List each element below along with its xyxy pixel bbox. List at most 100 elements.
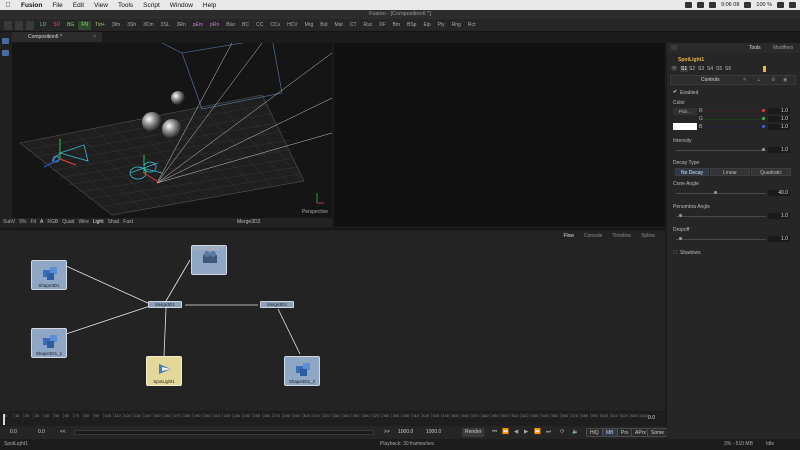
search-icon[interactable]	[777, 2, 784, 8]
node-merge3d1[interactable]: Merge3D1	[148, 301, 182, 308]
version-tab-s6[interactable]: S6	[725, 66, 731, 72]
render-range-slider[interactable]	[74, 430, 374, 435]
tool-button[interactable]: Txt+	[92, 21, 108, 30]
controls-header[interactable]: Controls ↖ ⟂ ⚙ ◉	[670, 75, 796, 85]
time-ruler[interactable]: 0 10 20 30 40 50 60 70 80 90 100 110 120 130 140 150 160…	[0, 412, 665, 426]
tool-button[interactable]: Bm	[390, 21, 404, 30]
material-icon[interactable]: ◉	[783, 77, 787, 83]
dropoff-value[interactable]: 1.0	[768, 236, 790, 242]
tool-button[interactable]: XF	[376, 21, 388, 30]
tool-button[interactable]: Rsz	[361, 21, 376, 30]
shadow-button[interactable]: Shad	[108, 218, 120, 227]
status-icon[interactable]	[709, 2, 717, 8]
battery-status[interactable]: 100 %	[756, 2, 772, 8]
tool-button[interactable]: Ply	[435, 21, 448, 30]
shadows-checkbox[interactable]: ☐	[673, 250, 677, 256]
wifi-icon[interactable]	[744, 2, 752, 8]
cone-angle-slider[interactable]	[676, 193, 766, 194]
penumbra-angle-knob[interactable]	[679, 214, 682, 217]
clock[interactable]: 9:06 08	[721, 2, 739, 8]
cone-angle-value[interactable]: 40.0	[768, 190, 790, 196]
tool-button[interactable]: Mrg	[302, 21, 317, 30]
dropoff-slider[interactable]	[676, 239, 766, 240]
channel-b-slider[interactable]	[706, 127, 764, 128]
tool-color-swatch[interactable]	[763, 66, 766, 72]
tool-button[interactable]: 3Rn	[174, 21, 189, 30]
quad-button[interactable]: Quad	[62, 218, 74, 227]
decay-quadratic-button[interactable]: Quadratic	[751, 168, 791, 176]
menu-script[interactable]: Script	[138, 2, 165, 9]
version-tab-s2[interactable]: S2	[689, 66, 695, 72]
channel-b-knob[interactable]	[762, 125, 765, 128]
inspector-tool-name[interactable]: SpotLight1	[678, 57, 704, 63]
node-shape3d1-1[interactable]: Shape3D1_1	[31, 328, 67, 358]
tool-button[interactable]: pEm	[190, 21, 206, 30]
scroll-right-button[interactable]: >>	[384, 429, 390, 435]
channel-r-slider[interactable]	[706, 111, 764, 112]
play-icon[interactable]: ▶	[524, 429, 528, 435]
tab-modifiers[interactable]: Modifiers	[773, 45, 793, 51]
menu-fusion[interactable]: Fusion	[16, 2, 47, 9]
channel-r-value[interactable]: 1.0	[768, 108, 790, 114]
current-time[interactable]: 0.0	[10, 429, 17, 435]
render-button[interactable]: Render	[462, 428, 485, 437]
version-tab-s1[interactable]: S1	[680, 66, 689, 72]
fast-button[interactable]: Fast	[123, 218, 133, 227]
tool-button[interactable]: 3SL	[158, 21, 173, 30]
flow-panel[interactable]: Flow Console Timeline Spline Shape3D1 Sh…	[0, 229, 665, 411]
tool-button[interactable]: BG	[64, 21, 77, 30]
panel-toggle-icon[interactable]	[2, 38, 9, 44]
play-reverse-icon[interactable]: ◀	[514, 429, 518, 435]
toolbar-grip-icon[interactable]	[15, 20, 23, 30]
penumbra-angle-value[interactable]: 1.0	[768, 213, 790, 219]
light-button[interactable]: Light	[93, 218, 104, 227]
tool-button[interactable]: HCV	[284, 21, 301, 30]
channel-g-value[interactable]: 1.0	[768, 116, 790, 122]
fit-button[interactable]: Fit	[30, 218, 36, 227]
node-merge3d2[interactable]: Merge3D2	[260, 301, 294, 308]
tool-button[interactable]: CC	[253, 21, 266, 30]
step-back-icon[interactable]: ⏪	[502, 429, 509, 435]
gear-icon[interactable]: ⚙	[771, 77, 775, 83]
right-viewer[interactable]	[334, 43, 665, 226]
menu-tools[interactable]: Tools	[113, 2, 138, 9]
tool-button[interactable]: 3Sh	[124, 21, 139, 30]
toolbar-grip-icon[interactable]	[4, 20, 12, 30]
render-end-time[interactable]: 1000.0	[398, 429, 413, 435]
tool-button[interactable]: FN	[78, 20, 91, 30]
menu-file[interactable]: File	[47, 2, 67, 9]
tool-button[interactable]: Elp	[420, 21, 433, 30]
audio-icon[interactable]: 🔈	[572, 429, 579, 435]
dropoff-knob[interactable]	[679, 237, 682, 240]
step-forward-icon[interactable]: ⏩	[534, 429, 541, 435]
some-toggle[interactable]: Some	[647, 428, 669, 437]
loop-icon[interactable]: ⟳	[560, 429, 565, 435]
zoom-level[interactable]: 9%	[19, 218, 26, 227]
toolbar-grip-icon[interactable]	[26, 20, 34, 30]
menu-help[interactable]: Help	[198, 2, 221, 9]
channel-r-knob[interactable]	[762, 109, 765, 112]
intensity-slider[interactable]	[676, 150, 766, 151]
color-pick-button[interactable]: Pick...	[673, 108, 697, 115]
node-shape3d1-2[interactable]: Shape3D1_2	[284, 356, 320, 386]
panel-toggle-icon[interactable]	[2, 50, 9, 56]
color-swatch[interactable]	[673, 123, 697, 130]
close-icon[interactable]: ×	[93, 32, 96, 42]
tool-button[interactable]: BSp	[404, 21, 419, 30]
menu-window[interactable]: Window	[165, 2, 198, 9]
subview-button[interactable]: SubV	[3, 218, 15, 227]
tool-button[interactable]: Rng	[449, 21, 464, 30]
hiq-toggle[interactable]: HiQ	[586, 428, 603, 437]
tool-button[interactable]: Blur	[223, 21, 238, 30]
channel-g-knob[interactable]	[762, 117, 765, 120]
version-tab-s4[interactable]: S4	[707, 66, 713, 72]
node-camera3d1[interactable]: Camera3D1	[191, 245, 227, 275]
cone-angle-knob[interactable]	[714, 191, 717, 194]
decay-linear-button[interactable]: Linear	[710, 168, 750, 176]
scroll-left-button[interactable]: <<	[60, 429, 66, 435]
tool-button[interactable]: BC	[239, 21, 252, 30]
version-tab-s5[interactable]: S5	[716, 66, 722, 72]
tool-button[interactable]: CT	[347, 21, 360, 30]
tool-button[interactable]: Mat	[331, 21, 345, 30]
enabled-checkbox[interactable]: ✔	[673, 89, 677, 95]
